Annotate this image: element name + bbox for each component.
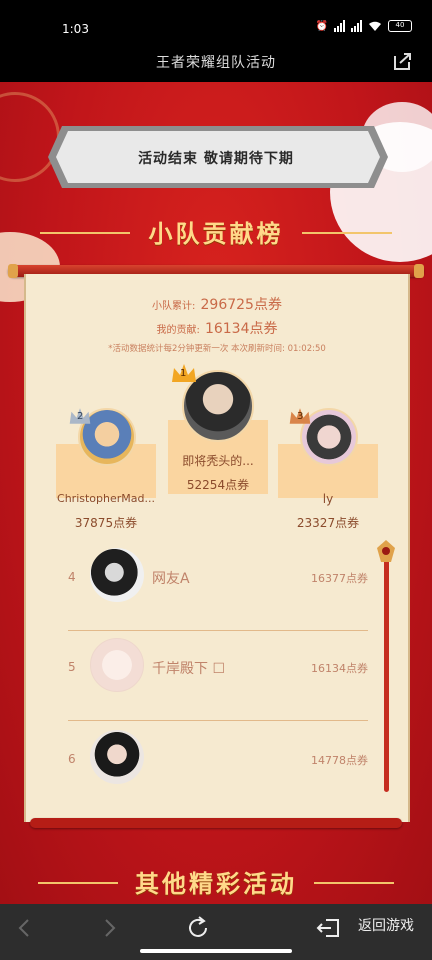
alarm-icon: ⏰ (315, 20, 328, 32)
rod-cap (8, 264, 18, 278)
return-game-icon[interactable] (316, 914, 342, 942)
battery-icon: 40 (388, 20, 412, 32)
share-icon[interactable] (392, 50, 414, 72)
team-total-label: 小队累计: (152, 301, 196, 312)
rank-2-name: ChristopherMad... (57, 492, 155, 505)
signal-icon (334, 20, 345, 32)
event-page: 活动结束 敬请期待下期 小队贡献榜 小队累计: 296725点券 我的贡献: 1… (0, 82, 432, 904)
row-score: 14778点券 (311, 754, 368, 767)
row-score: 16134点券 (311, 662, 368, 675)
page-title: 王者荣耀组队活动 (156, 55, 276, 71)
status-icons: ⏰ 40 (316, 20, 412, 32)
other-activities-title: 其他精彩活动 (135, 870, 297, 898)
rank-1-score: 52254点券 (186, 478, 250, 492)
rank-3-name: ly (322, 492, 334, 506)
title-bar: 王者荣耀组队活动 (0, 40, 432, 82)
row-score: 16377点券 (311, 572, 368, 585)
crown-rank-1: 1 (170, 362, 198, 384)
rank-number: 2 (77, 411, 84, 422)
crown-rank-3: 3 (288, 406, 312, 426)
list-item: 4 网友A 16377点券 (68, 542, 368, 612)
avatar (90, 638, 144, 692)
signal-icon-2 (351, 20, 362, 32)
crown-rank-2: 2 (68, 406, 92, 426)
rank-3-score: 23327点券 (296, 516, 360, 530)
rod-cap (414, 264, 424, 278)
team-total: 小队累计: 296725点券 (26, 294, 408, 314)
list-item: 5 千岸殿下 ☐ 16134点券 (68, 632, 368, 702)
scrollbar-thumb-icon[interactable] (377, 540, 395, 562)
row-name: 千岸殿下 ☐ (152, 661, 226, 677)
avatar (90, 730, 144, 784)
back-icon[interactable] (14, 914, 34, 942)
my-contribution-value: 16134点券 (204, 321, 278, 337)
rank-number: 3 (297, 411, 304, 422)
my-contribution-label: 我的贡献: (156, 325, 200, 336)
rank-1-name: 即将秃头的... (182, 454, 254, 468)
row-rank: 4 (68, 570, 76, 584)
wifi-icon (369, 21, 381, 31)
update-note: *活动数据统计每2分钟更新一次 本次刷新时间: 01:02:50 (108, 344, 326, 354)
row-rank: 6 (68, 752, 76, 766)
refresh-icon[interactable] (184, 914, 212, 942)
scroll-rod-bottom (30, 818, 402, 828)
home-indicator[interactable] (140, 949, 292, 953)
status-time: 1:03 (62, 22, 89, 36)
divider (68, 630, 368, 631)
avatar (90, 548, 144, 602)
my-contribution: 我的贡献: 16134点券 (26, 318, 408, 338)
list-item: 6 14778点券 (68, 724, 368, 794)
row-rank: 5 (68, 660, 76, 674)
return-game-button[interactable]: 返回游戏 (358, 915, 414, 935)
banner-text: 活动结束 敬请期待下期 (138, 151, 294, 167)
team-total-value: 296725点券 (200, 297, 282, 313)
list-scrollbar[interactable] (384, 546, 389, 792)
row-name: 网友A (152, 571, 190, 587)
leaderboard-title: 小队贡献榜 (148, 220, 284, 248)
forward-icon[interactable] (100, 914, 120, 942)
divider (68, 720, 368, 721)
rank-2-score: 37875点券 (74, 516, 138, 530)
leaderboard-panel: 小队累计: 296725点券 我的贡献: 16134点券 *活动数据统计每2分钟… (24, 274, 410, 822)
rank-number: 1 (180, 368, 187, 379)
